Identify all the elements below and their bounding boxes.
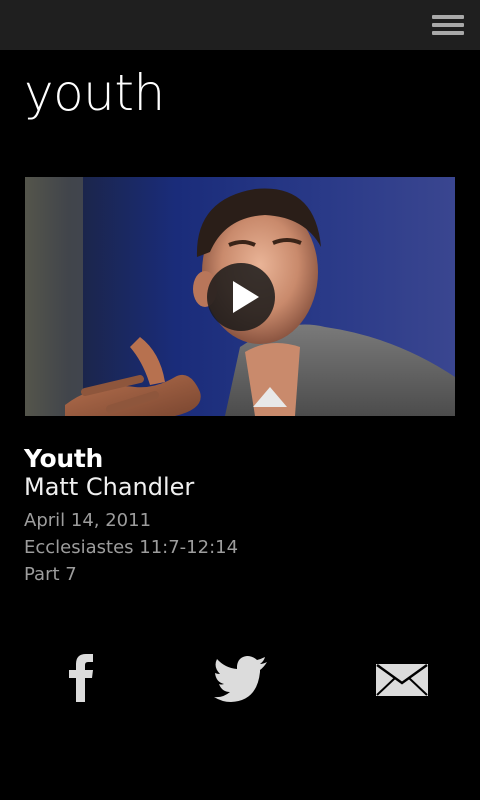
sermon-title: Youth bbox=[24, 444, 104, 473]
menu-bar-line bbox=[432, 15, 464, 19]
share-bar bbox=[0, 650, 480, 710]
sermon-date: April 14, 2011 bbox=[24, 510, 152, 531]
page-title: youth bbox=[24, 64, 165, 122]
play-icon[interactable] bbox=[205, 261, 277, 333]
menu-bar-line bbox=[432, 31, 464, 35]
menu-bar-line bbox=[432, 23, 464, 27]
share-facebook-button[interactable] bbox=[62, 650, 102, 706]
share-email-button[interactable] bbox=[372, 650, 432, 706]
series-part: Part 7 bbox=[24, 564, 77, 585]
email-icon bbox=[376, 663, 428, 696]
facebook-icon bbox=[69, 654, 93, 702]
top-app-bar bbox=[0, 0, 480, 50]
twitter-icon bbox=[214, 656, 267, 702]
hamburger-menu-icon[interactable] bbox=[432, 12, 466, 38]
speaker-name: Matt Chandler bbox=[24, 473, 195, 501]
share-twitter-button[interactable] bbox=[212, 650, 272, 706]
scripture-reference: Ecclesiastes 11:7-12:14 bbox=[24, 537, 239, 558]
sermon-details: Youth Matt Chandler April 14, 2011 Eccle… bbox=[24, 444, 464, 588]
app-screen: youth Youth Matt Chandler April 14, 2011… bbox=[0, 0, 480, 800]
